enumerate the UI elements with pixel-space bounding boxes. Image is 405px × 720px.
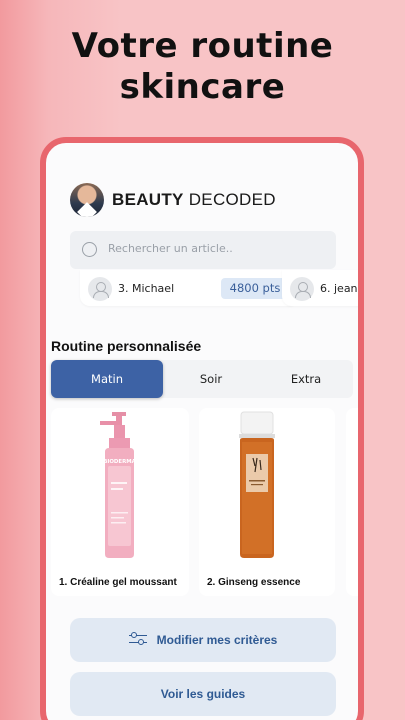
brand-title: BEAUTY DECODED (112, 190, 276, 210)
product-name: 2. Ginseng essence (207, 577, 301, 588)
product-card[interactable]: 2. Ginseng essence (199, 408, 335, 596)
tab-extra[interactable]: Extra (259, 360, 353, 398)
bioderma-logo: BIODERMA (103, 459, 136, 465)
search-input[interactable]: Rechercher un article.. (70, 231, 336, 269)
modify-criteria-label: Modifier mes critères (156, 633, 278, 647)
leaderboard-item[interactable]: 3. Michael 4800 pts (80, 270, 298, 306)
leaderboard-name: 3. Michael (118, 282, 175, 295)
routine-tabs: Matin Soir Extra (51, 360, 353, 398)
tab-matin[interactable]: Matin (51, 360, 163, 398)
modify-criteria-button[interactable]: Modifier mes critères (70, 618, 336, 662)
ginseng-bottle-image (239, 411, 275, 558)
product-card[interactable]: BIODERMA 1. Créaline gel moussant (51, 408, 189, 596)
search-icon (82, 242, 97, 257)
tab-soir[interactable]: Soir (163, 360, 259, 398)
app-screen: BEAUTY DECODED Rechercher un article.. 3… (46, 143, 358, 720)
section-title: Routine personnalisée (51, 338, 202, 354)
leaderboard-name: 6. jeanne (320, 282, 364, 295)
product-card[interactable] (346, 408, 358, 596)
bioderma-bottle-image: BIODERMA (100, 412, 137, 558)
headline: Votre routine skincare (71, 26, 334, 107)
leaderboard-item[interactable]: 6. jeanne (282, 270, 364, 306)
user-icon (290, 277, 314, 301)
phone-frame: BEAUTY DECODED Rechercher un article.. 3… (40, 137, 364, 720)
search-placeholder: Rechercher un article.. (108, 242, 233, 255)
points-badge: 4800 pts (221, 278, 289, 299)
brand-bold: BEAUTY (112, 190, 184, 209)
sliders-icon (128, 632, 147, 646)
user-icon (88, 277, 112, 301)
avatar[interactable] (70, 183, 104, 217)
brand-light: DECODED (188, 190, 276, 209)
view-guides-button[interactable]: Voir les guides (70, 672, 336, 716)
product-name: 1. Créaline gel moussant (59, 577, 177, 588)
